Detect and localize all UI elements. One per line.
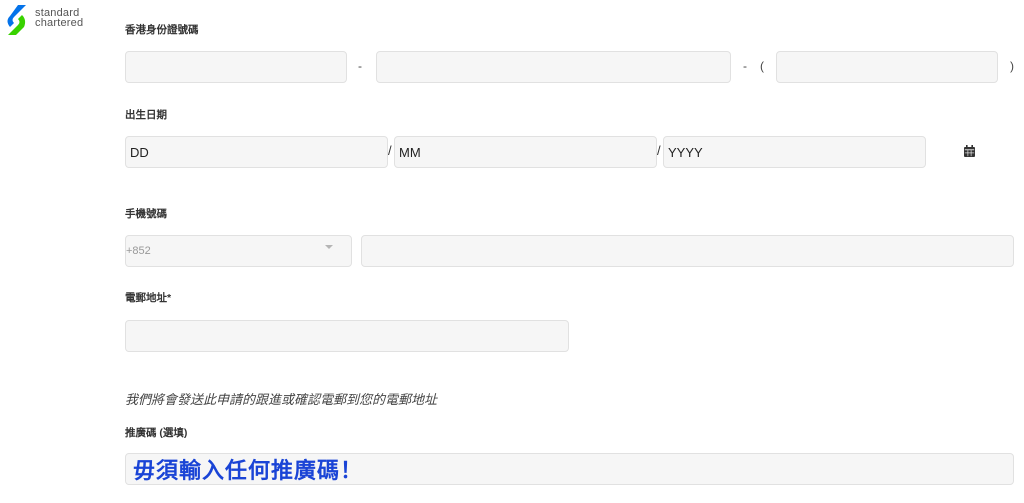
dob-year-input[interactable] bbox=[663, 136, 926, 168]
dob-month-input[interactable] bbox=[394, 136, 657, 168]
application-form-page: standard chartered 香港身份證號碼 - - ( ) 出生日期 … bbox=[0, 0, 1024, 503]
hkid-part2-input[interactable] bbox=[376, 51, 731, 83]
dob-day-input[interactable] bbox=[125, 136, 388, 168]
email-label: 電郵地址* bbox=[125, 292, 172, 304]
country-code-select[interactable]: +852 bbox=[125, 235, 352, 267]
hkid-open-paren: ( bbox=[760, 59, 764, 73]
chevron-down-icon bbox=[325, 245, 333, 249]
promo-code-label: 推廣碼 (選填) bbox=[125, 427, 188, 439]
mobile-label: 手機號碼 bbox=[125, 208, 167, 220]
email-notice: 我們將會發送此申請的跟進或確認電郵到您的電郵地址 bbox=[125, 392, 438, 407]
hkid-dash-separator-1: - bbox=[358, 59, 362, 73]
mobile-number-input[interactable] bbox=[361, 235, 1014, 267]
dob-slash-1: / bbox=[388, 143, 392, 158]
hkid-close-paren: ) bbox=[1010, 59, 1014, 73]
dob-slash-2: / bbox=[657, 143, 661, 158]
hkid-dash-separator-2: - bbox=[743, 59, 747, 73]
dob-label: 出生日期 bbox=[125, 109, 167, 121]
logo-text-line2: chartered bbox=[35, 17, 84, 29]
hkid-label: 香港身份證號碼 bbox=[125, 24, 199, 36]
promo-code-input[interactable] bbox=[125, 453, 1014, 485]
hkid-part1-input[interactable] bbox=[125, 51, 347, 83]
hkid-check-digit-input[interactable] bbox=[776, 51, 998, 83]
standard-chartered-logo-icon bbox=[7, 5, 26, 35]
calendar-icon[interactable] bbox=[964, 145, 975, 157]
email-input[interactable] bbox=[125, 320, 569, 352]
